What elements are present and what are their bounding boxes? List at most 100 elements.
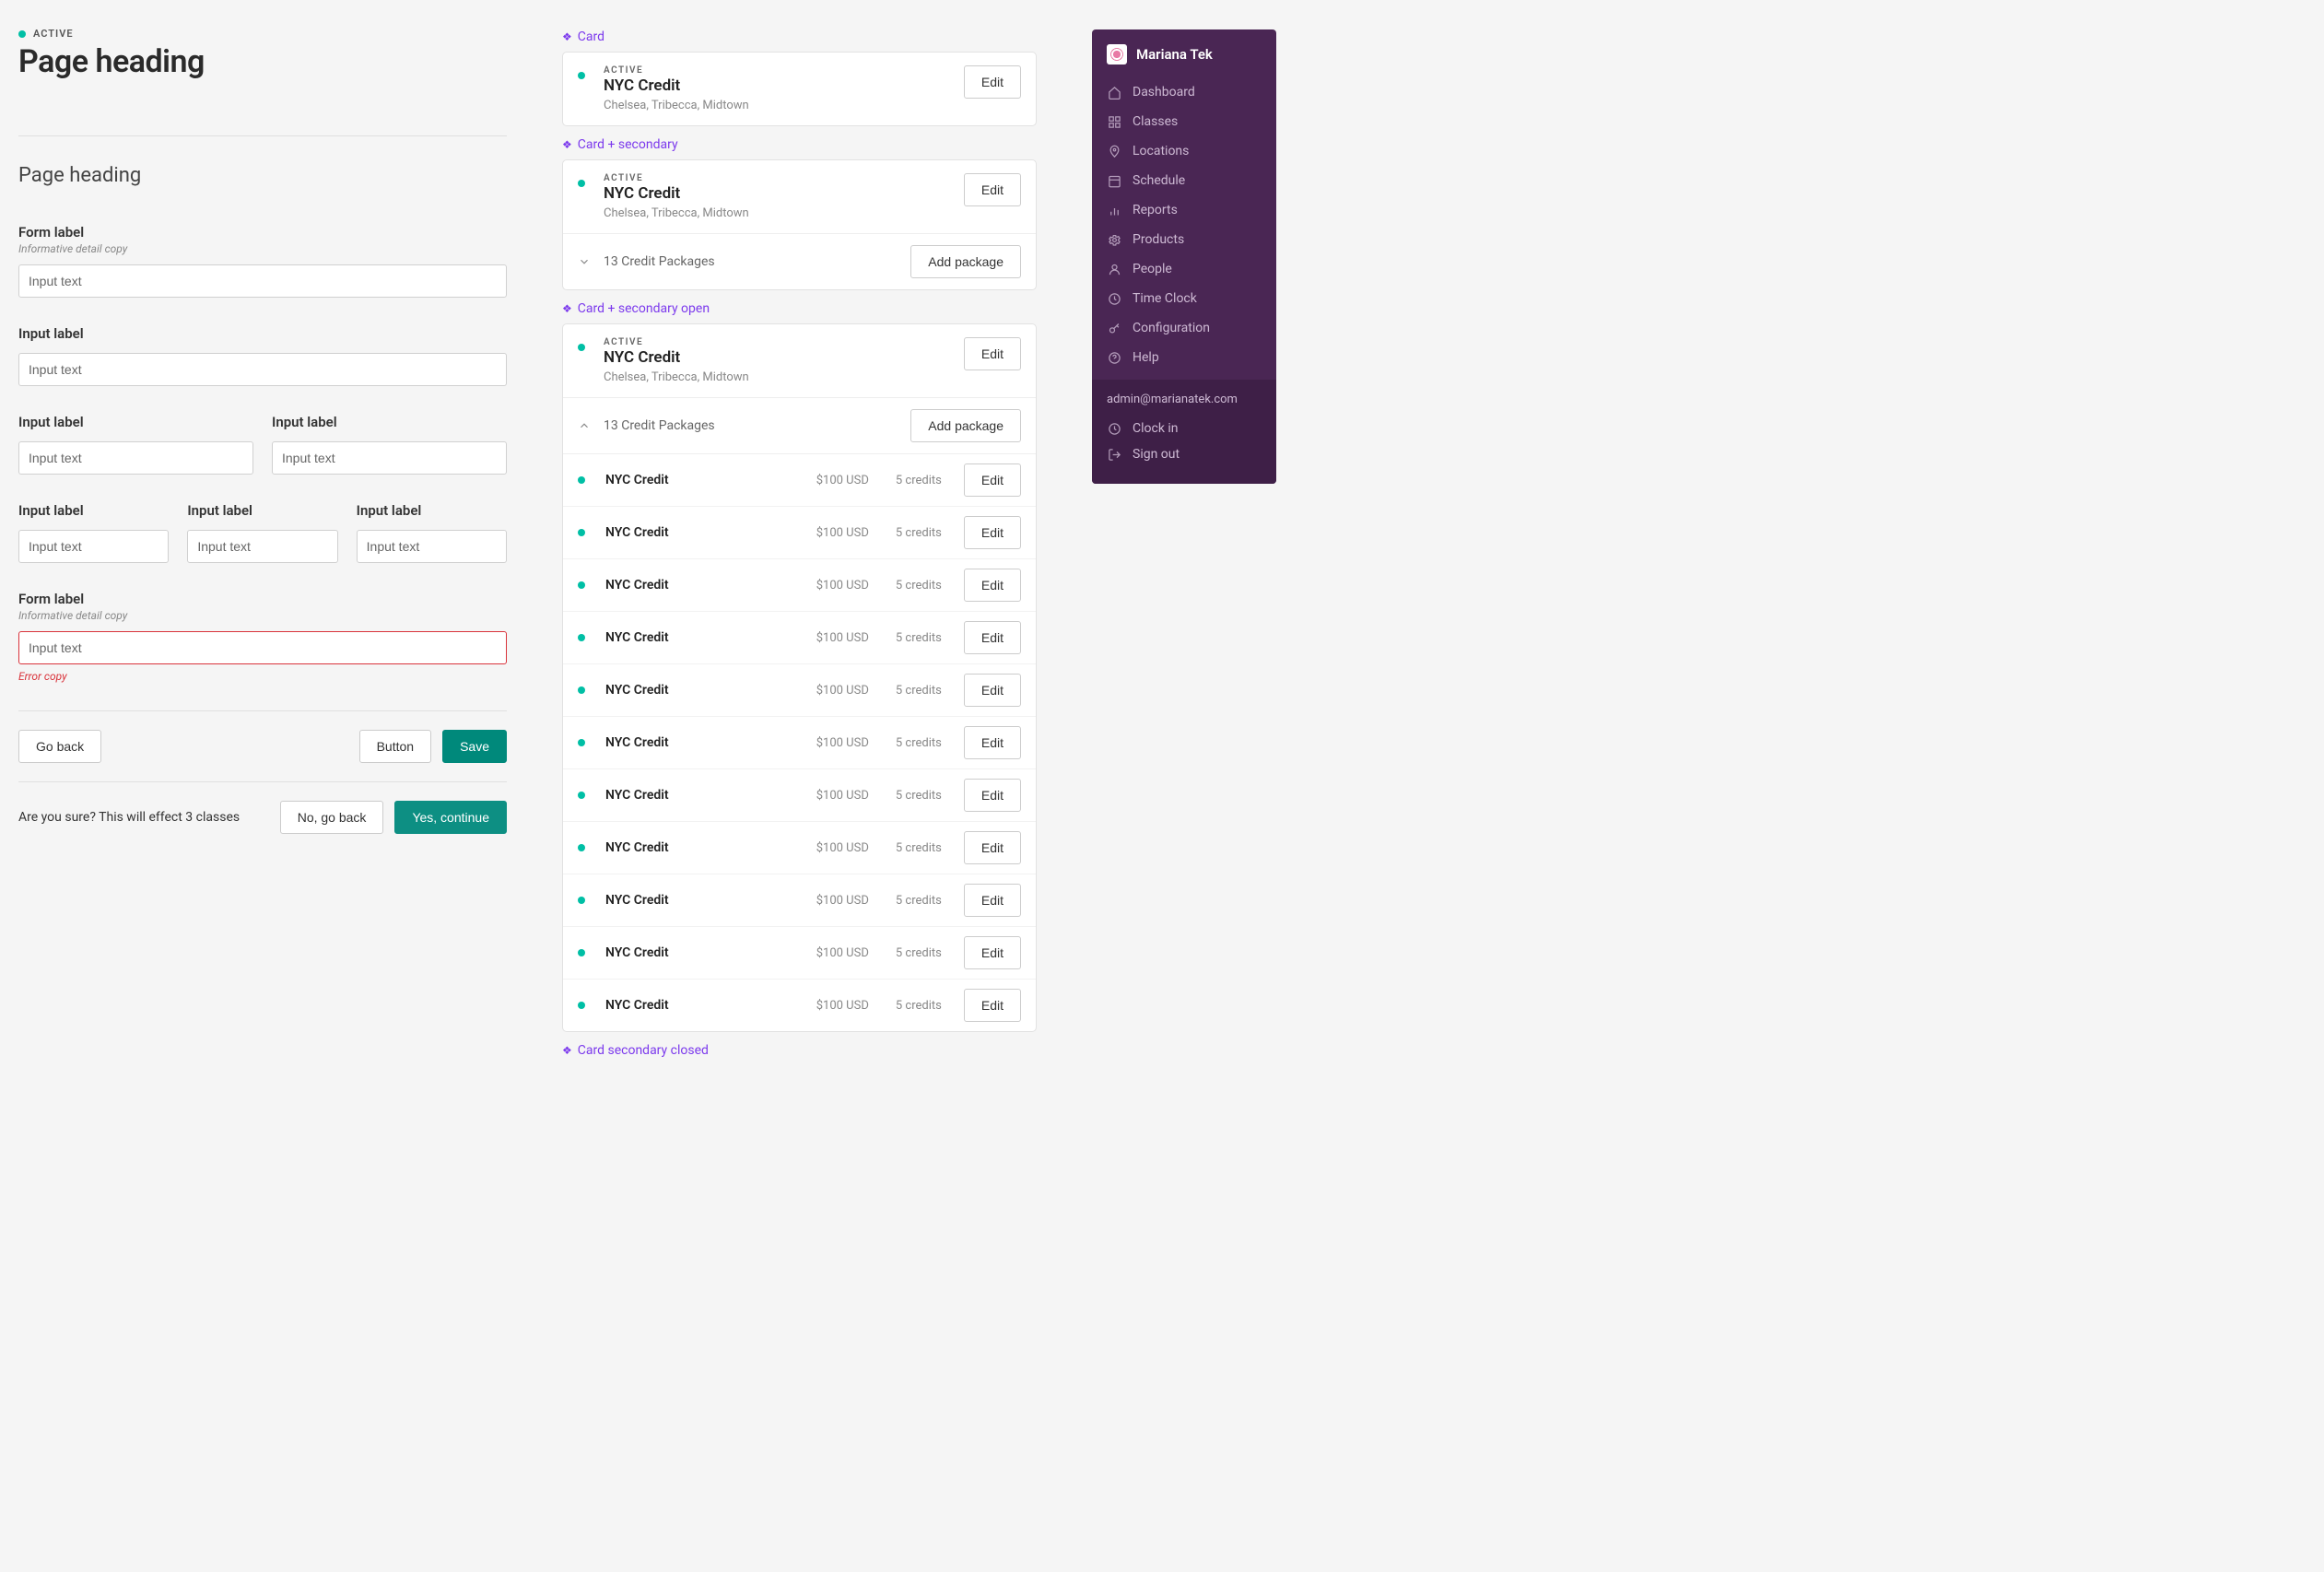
status-dot-icon [18,30,26,38]
input-label: Input label [18,325,507,342]
package-row: NYC Credit$100 USD5 creditsEdit [563,454,1036,506]
edit-button[interactable]: Edit [964,569,1021,602]
edit-button[interactable]: Edit [964,463,1021,497]
package-price: $100 USD [804,526,869,540]
package-credits: 5 credits [882,841,942,855]
card-secondary: ACTIVE NYC Credit Chelsea, Tribecca, Mid… [562,159,1037,290]
add-package-button[interactable]: Add package [910,409,1021,442]
status-dot-icon [578,581,585,589]
specimen-label: ❖ Card [562,29,1037,44]
footer-item-clock-in[interactable]: Clock in [1107,416,1262,441]
package-credits: 5 credits [882,789,942,803]
status-dot-icon [578,897,585,904]
edit-button[interactable]: Edit [964,674,1021,707]
package-price: $100 USD [804,579,869,592]
package-price: $100 USD [804,841,869,855]
card-title: NYC Credit [604,184,953,203]
nav-item-people[interactable]: People [1092,254,1276,284]
nav-item-configuration[interactable]: Configuration [1092,313,1276,343]
text-input[interactable] [272,441,507,475]
specimen-text: Card + secondary open [578,301,710,316]
form-detail: Informative detail copy [18,242,507,255]
status-dot-icon [578,180,585,187]
card-subtitle: Chelsea, Tribecca, Midtown [604,99,953,112]
edit-button[interactable]: Edit [964,779,1021,812]
grid-icon [1107,114,1121,129]
status-dot-icon [578,686,585,694]
go-back-button[interactable]: Go back [18,730,101,763]
package-name: NYC Credit [605,788,792,803]
edit-button[interactable]: Edit [964,726,1021,759]
text-input[interactable] [18,441,253,475]
edit-button[interactable]: Edit [964,337,1021,370]
nav-label: Schedule [1133,173,1185,188]
card-subtitle: Chelsea, Tribecca, Midtown [604,206,953,220]
diamond-icon: ❖ [562,302,572,315]
nav-item-locations[interactable]: Locations [1092,136,1276,166]
yes-button[interactable]: Yes, continue [394,801,507,834]
bars-icon [1107,203,1121,217]
nav-label: Classes [1133,114,1178,129]
card-expander[interactable]: 13 Credit Packages Add package [563,397,1036,453]
edit-button[interactable]: Edit [964,516,1021,549]
nav-item-help[interactable]: Help [1092,343,1276,372]
diamond-icon: ❖ [562,1044,572,1057]
card-status: ACTIVE [604,173,953,183]
secondary-button[interactable]: Button [359,730,431,763]
package-row: NYC Credit$100 USD5 creditsEdit [563,663,1036,716]
footer-item-sign-out[interactable]: Sign out [1107,441,1262,467]
help-icon [1107,350,1121,365]
nav-label: Time Clock [1133,291,1197,306]
text-input-error[interactable] [18,631,507,664]
nav-item-time-clock[interactable]: Time Clock [1092,284,1276,313]
nav-item-products[interactable]: Products [1092,225,1276,254]
text-input[interactable] [18,353,507,386]
package-credits: 5 credits [882,999,942,1013]
edit-button[interactable]: Edit [964,173,1021,206]
status-dot-icon [578,1002,585,1009]
sidebar: Mariana Tek DashboardClassesLocationsSch… [1092,29,1276,484]
save-button[interactable]: Save [442,730,507,763]
diamond-icon: ❖ [562,138,572,151]
package-name: NYC Credit [605,525,792,540]
add-package-button[interactable]: Add package [910,245,1021,278]
confirm-text: Are you sure? This will effect 3 classes [18,810,240,825]
edit-button[interactable]: Edit [964,831,1021,864]
nav-item-dashboard[interactable]: Dashboard [1092,77,1276,107]
package-row: NYC Credit$100 USD5 creditsEdit [563,821,1036,874]
package-row: NYC Credit$100 USD5 creditsEdit [563,926,1036,979]
nav-label: People [1133,262,1172,276]
text-input[interactable] [357,530,507,563]
edit-button[interactable]: Edit [964,989,1021,1022]
package-price: $100 USD [804,474,869,487]
package-name: NYC Credit [605,945,792,960]
package-count: 13 Credit Packages [604,418,899,433]
text-input[interactable] [18,264,507,298]
package-row: NYC Credit$100 USD5 creditsEdit [563,768,1036,821]
input-label: Input label [357,502,507,519]
edit-button[interactable]: Edit [964,621,1021,654]
no-button[interactable]: No, go back [280,801,384,834]
package-name: NYC Credit [605,998,792,1013]
nav-item-reports[interactable]: Reports [1092,195,1276,225]
card-expander[interactable]: 13 Credit Packages Add package [563,233,1036,289]
specimen-text: Card + secondary [578,137,678,152]
edit-button[interactable]: Edit [964,936,1021,969]
nav-label: Products [1133,232,1184,247]
nav-item-classes[interactable]: Classes [1092,107,1276,136]
status-dot-icon [578,792,585,799]
text-input[interactable] [187,530,337,563]
edit-button[interactable]: Edit [964,884,1021,917]
input-label: Input label [18,502,169,519]
status-dot-icon [578,344,585,351]
signout-icon [1107,447,1121,462]
package-row: NYC Credit$100 USD5 creditsEdit [563,611,1036,663]
nav-label: Dashboard [1133,85,1195,100]
text-input[interactable] [18,530,169,563]
nav-label: Locations [1133,144,1189,158]
key-icon [1107,321,1121,335]
card-status: ACTIVE [604,337,953,347]
edit-button[interactable]: Edit [964,65,1021,99]
nav-item-schedule[interactable]: Schedule [1092,166,1276,195]
package-name: NYC Credit [605,578,792,592]
